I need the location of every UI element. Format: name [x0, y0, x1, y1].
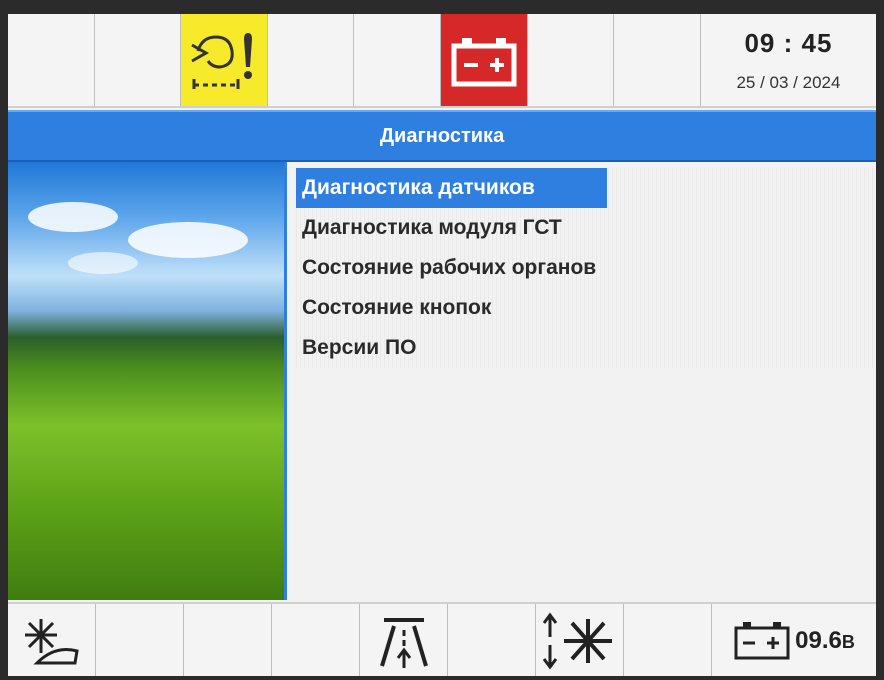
menu-item-software-versions[interactable]: Версии ПО	[296, 328, 876, 368]
battery-alert-icon	[451, 38, 517, 87]
diagnostics-menu: Диагностика датчиков Диагностика модуля …	[296, 168, 876, 368]
bottom-status-bar: 09.6В	[8, 602, 876, 676]
reel-fan-icon	[24, 619, 79, 665]
road-mode-button[interactable]	[360, 604, 448, 676]
menu-item-sensor-diagnostics[interactable]: Диагностика датчиков	[296, 168, 607, 208]
status-slot-7	[528, 14, 615, 106]
menu-item-hst-module-diagnostics[interactable]: Диагностика модуля ГСТ	[296, 208, 876, 248]
terminal-screen: 09 : 45 25 / 03 / 2024 Диагностика Диагн…	[8, 14, 876, 676]
fan-reel-button[interactable]	[8, 604, 96, 676]
status-slot-1	[8, 14, 95, 106]
engine-temperature-warning-icon	[191, 33, 253, 89]
menu-item-working-parts-status[interactable]: Состояние рабочих органов	[296, 248, 876, 288]
voltage-unit: В	[841, 632, 855, 652]
status-slot-4	[268, 14, 355, 106]
reel-speed-button[interactable]	[536, 604, 624, 676]
bottom-slot-3	[184, 604, 272, 676]
status-slot-2	[95, 14, 182, 106]
menu-item-buttons-status[interactable]: Состояние кнопок	[296, 288, 876, 328]
clock-time: 09 : 45	[744, 27, 833, 58]
bottom-slot-4	[272, 604, 360, 676]
top-status-bar: 09 : 45 25 / 03 / 2024	[8, 14, 876, 108]
bottom-slot-6	[448, 604, 536, 676]
clock-date: 25 / 03 / 2024	[736, 72, 841, 92]
engine-warning-indicator	[181, 14, 268, 106]
battery-voltage-value: 09.6В	[795, 627, 855, 655]
battery-voltage-panel: 09.6В	[712, 604, 876, 676]
status-slot-5	[354, 14, 442, 106]
page-title: Диагностика	[8, 110, 876, 162]
field-landscape-image	[8, 162, 287, 600]
clock-panel: 09 : 45 25 / 03 / 2024	[701, 14, 876, 106]
status-slot-8	[614, 14, 701, 106]
battery-icon	[734, 622, 790, 660]
battery-alert-indicator	[441, 14, 528, 106]
bottom-slot-8	[624, 604, 712, 676]
road-lift-icon	[379, 618, 428, 668]
reel-up-down-icon	[542, 612, 612, 670]
bottom-slot-2	[96, 604, 184, 676]
voltage-number: 09.6	[795, 627, 842, 654]
